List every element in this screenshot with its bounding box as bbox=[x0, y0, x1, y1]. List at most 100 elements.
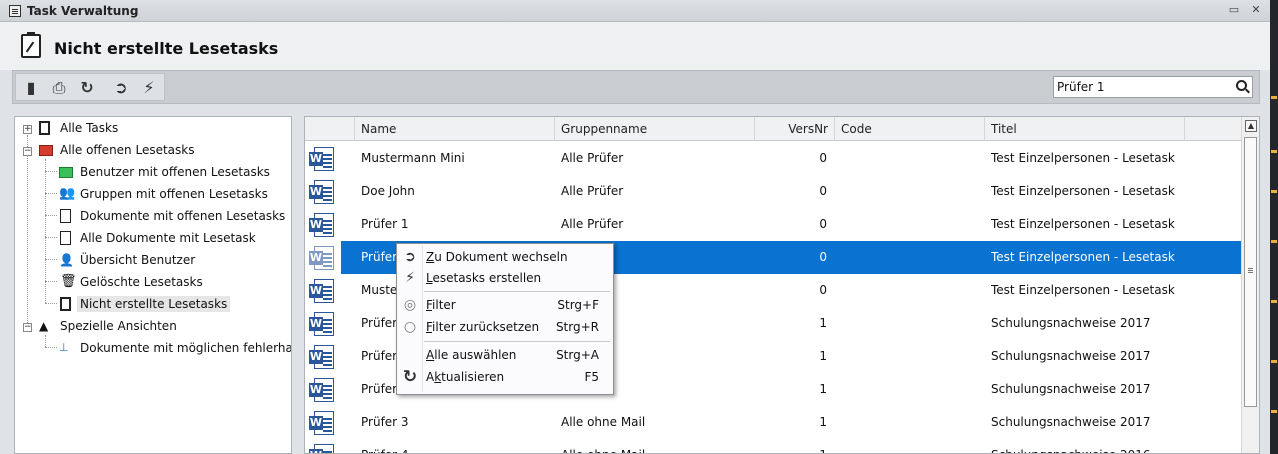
cell-versnr: 1 bbox=[755, 439, 835, 453]
column-header-code[interactable]: Code bbox=[835, 117, 985, 141]
calendar-green-icon bbox=[59, 167, 73, 178]
cell-titel: Schulungsnachweise 2017 bbox=[991, 382, 1151, 396]
search-icon[interactable] bbox=[1236, 80, 1247, 91]
cell-code bbox=[841, 142, 981, 175]
column-header-name[interactable]: Name bbox=[355, 117, 555, 141]
column-header-titel[interactable]: Titel bbox=[985, 117, 1185, 141]
cell-gruppenname: Alle Prüfer bbox=[561, 151, 624, 165]
table-row[interactable]: W Mustermann Mini Alle Prüfer 0 Test Einzelp… bbox=[305, 142, 1243, 175]
printer-icon[interactable]: ⎙ bbox=[48, 77, 70, 99]
menu-item-aktualisieren[interactable]: ↻ Aktualisieren F5 bbox=[397, 366, 613, 388]
table-row[interactable]: W Prüfer 3 Alle ohne Mail 1 Schulungsnachwei… bbox=[305, 406, 1243, 439]
cell-titel: Test Einzelpersonen - Lesetask bbox=[991, 250, 1175, 264]
cell-titel: Schulungsnachweise 2017 bbox=[991, 415, 1151, 429]
lightning-icon: ⚡ bbox=[405, 270, 415, 286]
tree-expander-all-tasks[interactable]: + bbox=[23, 125, 32, 134]
cell-code bbox=[841, 439, 981, 453]
cell-versnr: 1 bbox=[819, 382, 827, 396]
word-document-icon: W bbox=[309, 246, 335, 270]
cell-name: Prüfer 3 bbox=[361, 415, 409, 429]
menu-shortcut: Strg+A bbox=[556, 348, 599, 362]
navigation-tree: + Alle Tasks − Alle offenen Lesetasks Be… bbox=[14, 116, 292, 454]
cell-code bbox=[841, 175, 981, 208]
cell-titel: Schulungsnachweise 2017 bbox=[991, 316, 1151, 330]
cell-titel: Test Einzelpersonen - Lesetask bbox=[991, 283, 1175, 297]
cell-versnr: 0 bbox=[819, 250, 827, 264]
table-row[interactable]: W Prüfer 1 Alle Prüfer 0 Test Einzelpersonen… bbox=[305, 208, 1243, 241]
scroll-thumb[interactable] bbox=[1244, 137, 1257, 407]
app-icon bbox=[9, 5, 21, 17]
menu-item-filter-zuruecksetzen[interactable]: ○ Filter zurücksetzen Strg+R bbox=[397, 316, 613, 338]
cell-name: Prüfer 4 bbox=[361, 439, 551, 453]
filter-icon: ◎ bbox=[403, 297, 417, 313]
cell-versnr: 0 bbox=[819, 184, 827, 198]
door-icon[interactable]: ▮ bbox=[20, 77, 42, 99]
menu-shortcut: F5 bbox=[584, 370, 599, 384]
table-row[interactable]: W Doe John Alle Prüfer 0 Test Einzelpersonen… bbox=[305, 175, 1243, 208]
tree-expander-open-tasks[interactable]: − bbox=[23, 147, 32, 156]
document-icon bbox=[60, 231, 71, 245]
special-view-icon: ▲ bbox=[39, 319, 49, 333]
document-cell: W bbox=[305, 208, 341, 241]
cell-name: Doe John bbox=[361, 184, 415, 198]
cell-code bbox=[841, 406, 981, 439]
window-title: Task Verwaltung bbox=[27, 4, 139, 18]
group-icon: 👥 bbox=[59, 186, 76, 201]
column-header-versnr[interactable]: VersNr bbox=[755, 117, 835, 141]
cell-code bbox=[841, 307, 981, 340]
window-titlebar: Task Verwaltung ▭ ✕ bbox=[0, 0, 1270, 22]
cell-titel: Schulungsnachweise 2017 bbox=[991, 349, 1151, 363]
clipboard-edit-icon bbox=[21, 32, 41, 58]
word-document-icon: W bbox=[309, 213, 335, 237]
menu-shortcut: Strg+F bbox=[557, 298, 599, 312]
menu-item-lesetasks-erstellen[interactable]: ⚡ Lesetasks erstellen bbox=[397, 267, 613, 289]
grid-header: Name Gruppenname VersNr Code Titel bbox=[305, 117, 1243, 141]
refresh-icon[interactable]: ↻ bbox=[76, 77, 98, 99]
cell-code bbox=[841, 208, 981, 241]
cell-code bbox=[841, 373, 981, 406]
menu-item-alle-auswaehlen[interactable]: Alle auswählen Strg+A bbox=[397, 344, 613, 366]
column-header-icon[interactable] bbox=[305, 117, 355, 141]
close-button[interactable]: ✕ bbox=[1248, 3, 1264, 16]
word-document-icon: W bbox=[309, 279, 335, 303]
user-icon: 👤 bbox=[59, 253, 74, 267]
document-cell: W bbox=[305, 406, 341, 439]
tree-expander-special[interactable]: − bbox=[23, 323, 32, 332]
table-row[interactable]: W Prüfer 4 Alle ohne Mail 1 Schulungsnachwei… bbox=[305, 439, 1243, 453]
lightning-icon[interactable]: ⚡ bbox=[138, 77, 160, 99]
cell-titel: Test Einzelpersonen - Lesetask bbox=[991, 151, 1175, 165]
menu-item-zu-dokument-wechseln[interactable]: ➲ Zu Dokument wechseln bbox=[397, 246, 613, 268]
menu-item-filter[interactable]: ◎ Filter Strg+F bbox=[397, 294, 613, 316]
toolbar-button-group: ▮ ⎙ ↻ ➲ ⚡ bbox=[15, 73, 165, 101]
cell-versnr: 1 bbox=[819, 316, 827, 330]
background-window-edge bbox=[1270, 0, 1278, 454]
document-cell: W bbox=[305, 142, 341, 175]
cell-versnr: 0 bbox=[819, 217, 827, 231]
trash-icon: 🗑 bbox=[60, 274, 77, 289]
filter-reset-icon: ○ bbox=[403, 319, 417, 335]
word-document-icon: W bbox=[309, 312, 335, 336]
task-icon bbox=[39, 121, 50, 135]
hierarchy-icon: ⊥ bbox=[59, 341, 69, 354]
cell-versnr: 1 bbox=[819, 349, 827, 363]
calendar-red-icon bbox=[39, 145, 53, 156]
cell-name: Mustermann Mini bbox=[361, 151, 465, 165]
context-menu: ➲ Zu Dokument wechseln ⚡ Lesetasks erste… bbox=[396, 243, 614, 395]
column-header-gruppenname[interactable]: Gruppenname bbox=[555, 117, 755, 141]
goto-icon[interactable]: ➲ bbox=[110, 77, 132, 99]
word-document-icon: W bbox=[309, 444, 335, 453]
goto-icon: ➲ bbox=[404, 249, 416, 265]
cell-gruppenname: Alle ohne Mail bbox=[561, 439, 751, 453]
cell-versnr: 0 bbox=[819, 283, 827, 297]
document-cell: W bbox=[305, 307, 341, 340]
cell-name: Prüfer 1 bbox=[361, 217, 409, 231]
cell-titel: Test Einzelpersonen - Lesetask bbox=[991, 184, 1175, 198]
document-cell: W bbox=[305, 241, 341, 274]
vertical-scrollbar[interactable]: ▲ bbox=[1241, 117, 1259, 453]
document-cell: W bbox=[305, 274, 341, 307]
cell-code bbox=[841, 241, 981, 274]
scroll-up-icon[interactable]: ▲ bbox=[1245, 120, 1257, 132]
minimize-button[interactable]: ▭ bbox=[1226, 3, 1242, 16]
word-document-icon: W bbox=[309, 411, 335, 435]
search-input[interactable] bbox=[1054, 77, 1224, 97]
